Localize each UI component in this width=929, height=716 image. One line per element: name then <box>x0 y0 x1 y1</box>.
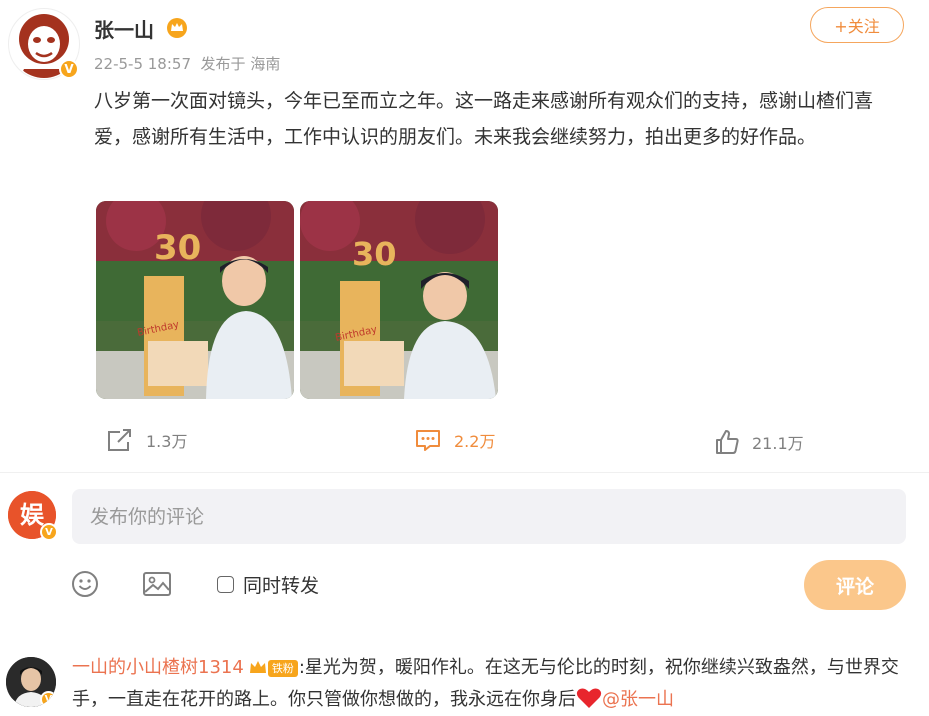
commenter-avatar[interactable]: V <box>6 657 56 707</box>
like-count: 21.1万 <box>752 434 804 453</box>
comment-input[interactable] <box>72 489 906 544</box>
cake-number: 30 <box>352 235 397 273</box>
verified-badge-icon: V <box>40 691 56 707</box>
repost-checkbox[interactable]: 同时转发 <box>217 571 319 598</box>
post-date[interactable]: 22-5-5 18:57 <box>94 55 191 73</box>
emoji-icon[interactable] <box>71 570 99 598</box>
fan-badge-label: 铁粉 <box>267 659 298 677</box>
divider <box>0 472 929 473</box>
image-icon[interactable] <box>142 570 172 598</box>
fan-badge: 铁粉 <box>248 659 298 678</box>
follow-button[interactable]: +关注 <box>810 7 904 43</box>
author-name[interactable]: 张一山 <box>94 14 154 43</box>
post-meta: 22-5-5 18:57 发布于 海南 <box>94 53 280 74</box>
heart-icon <box>576 688 602 708</box>
comment-mention[interactable]: @张一山 <box>602 689 674 710</box>
comment-text: 一山的小山楂树1314 铁粉:星光为贺，暖阳作礼。在这无与伦比的时刻，祝你继续兴致… <box>72 652 906 716</box>
submit-comment-button[interactable]: 评论 <box>804 560 906 610</box>
repost-count: 1.3万 <box>146 432 188 451</box>
post-photo-1[interactable]: 30 Birthday <box>96 201 294 399</box>
repost-button[interactable]: 1.3万 <box>106 427 187 453</box>
repost-checkbox-label: 同时转发 <box>243 575 320 597</box>
cake-number: 30 <box>154 228 201 268</box>
like-icon <box>714 429 740 455</box>
author-avatar[interactable]: V <box>8 8 80 80</box>
like-button[interactable]: 21.1万 <box>714 429 804 455</box>
verified-badge-icon: V <box>40 523 58 541</box>
post-source: 发布于 海南 <box>200 55 281 73</box>
comment-username[interactable]: 一山的小山楂树1314 <box>72 657 244 678</box>
post-photo-2[interactable]: 30 Birthday <box>300 201 498 399</box>
my-avatar[interactable]: 娱 V <box>8 491 58 541</box>
comment-icon <box>414 427 442 453</box>
repost-icon <box>106 427 134 453</box>
crown-icon <box>249 661 266 673</box>
crown-icon <box>167 18 187 38</box>
comment-button[interactable]: 2.2万 <box>414 427 495 453</box>
comment-count: 2.2万 <box>454 432 496 451</box>
post-text: 八岁第一次面对镜头，今年已至而立之年。这一路走来感谢所有观众们的支持，感谢山楂们… <box>94 90 874 148</box>
my-avatar-char: 娱 <box>20 501 45 529</box>
verified-badge-icon: V <box>59 59 79 79</box>
checkbox-icon[interactable] <box>217 576 234 593</box>
